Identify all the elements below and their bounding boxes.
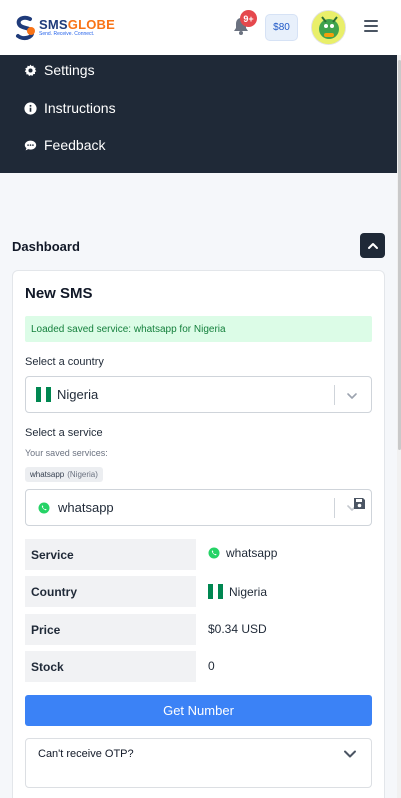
notification-badge: 9+ [240, 10, 257, 27]
saved-service-chip[interactable]: whatsapp (Nigeria) [25, 467, 103, 482]
otp-help-title[interactable]: Can't receive OTP? [38, 748, 134, 760]
detail-key-price: Price [25, 614, 196, 645]
menu-item-instructions[interactable]: Instructions [24, 100, 116, 116]
detail-key-country: Country [25, 576, 196, 607]
alert-text: Loaded saved service: whatsapp for Niger… [31, 323, 226, 335]
chevron-down-icon[interactable] [343, 747, 357, 761]
logo-tagline: Send. Receive. Connect. [39, 31, 95, 37]
detail-value-service: whatsapp [208, 546, 277, 560]
detail-value-country: Nigeria [208, 584, 267, 599]
detail-value-stock: 0 [208, 659, 215, 673]
gear-icon [24, 64, 37, 76]
card-title: New SMS [25, 285, 93, 302]
comment-icon [24, 140, 37, 150]
save-icon[interactable] [353, 497, 366, 510]
top-bar: SMSGLOBE Send. Receive. Connect. 9+ $80 [0, 0, 401, 55]
avatar-illustration-icon [312, 11, 345, 44]
service-select[interactable]: whatsapp [25, 489, 372, 526]
whatsapp-icon [208, 547, 220, 559]
menu-item-settings[interactable]: Settings [24, 62, 95, 78]
get-number-button[interactable]: Get Number [25, 695, 372, 726]
chevron-up-icon [367, 242, 378, 249]
detail-value-text: Nigeria [229, 584, 268, 599]
detail-value-text: $0.34 USD [208, 622, 267, 636]
avatar[interactable] [311, 10, 346, 45]
menu-item-feedback[interactable]: Feedback [24, 137, 105, 153]
logo-text-sms: SMS [39, 17, 68, 32]
service-label: Select a service [25, 427, 103, 439]
country-select-value: Nigeria [57, 387, 99, 402]
info-circle-icon [24, 101, 37, 115]
nigeria-flag-icon [36, 387, 51, 402]
detail-value-text: whatsapp [226, 546, 278, 560]
chip-service: whatsapp [30, 470, 65, 479]
logo-text-globe: GLOBE [67, 17, 116, 32]
saved-services-label: Your saved services: [25, 448, 108, 458]
logo[interactable]: SMSGLOBE Send. Receive. Connect. [14, 15, 115, 41]
chip-country: (Nigeria) [67, 470, 98, 479]
service-select-value: whatsapp [58, 500, 114, 515]
chevron-down-icon[interactable] [346, 390, 358, 402]
detail-value-price: $0.34 USD [208, 622, 267, 636]
country-label: Select a country [25, 356, 104, 368]
otp-help-panel[interactable] [25, 738, 372, 788]
menu-item-label: Feedback [44, 137, 106, 153]
collapse-button[interactable] [360, 233, 385, 258]
nigeria-flag-icon [208, 584, 223, 599]
hamburger-menu-icon[interactable] [364, 20, 378, 34]
nav-dropdown-menu: Settings Instructions Feedback [0, 55, 397, 173]
menu-item-label: Settings [44, 62, 95, 78]
menu-item-label: Instructions [44, 100, 116, 116]
detail-value-text: 0 [208, 659, 215, 673]
dashboard-title: Dashboard [12, 239, 80, 254]
whatsapp-icon [38, 502, 50, 513]
detail-key-service: Service [25, 539, 196, 570]
country-select[interactable]: Nigeria [25, 376, 372, 413]
detail-key-stock: Stock [25, 651, 196, 682]
logo-mark-icon [16, 15, 35, 40]
saved-service-alert: Loaded saved service: whatsapp for Niger… [25, 316, 372, 342]
balance-badge[interactable]: $80 [265, 14, 298, 41]
